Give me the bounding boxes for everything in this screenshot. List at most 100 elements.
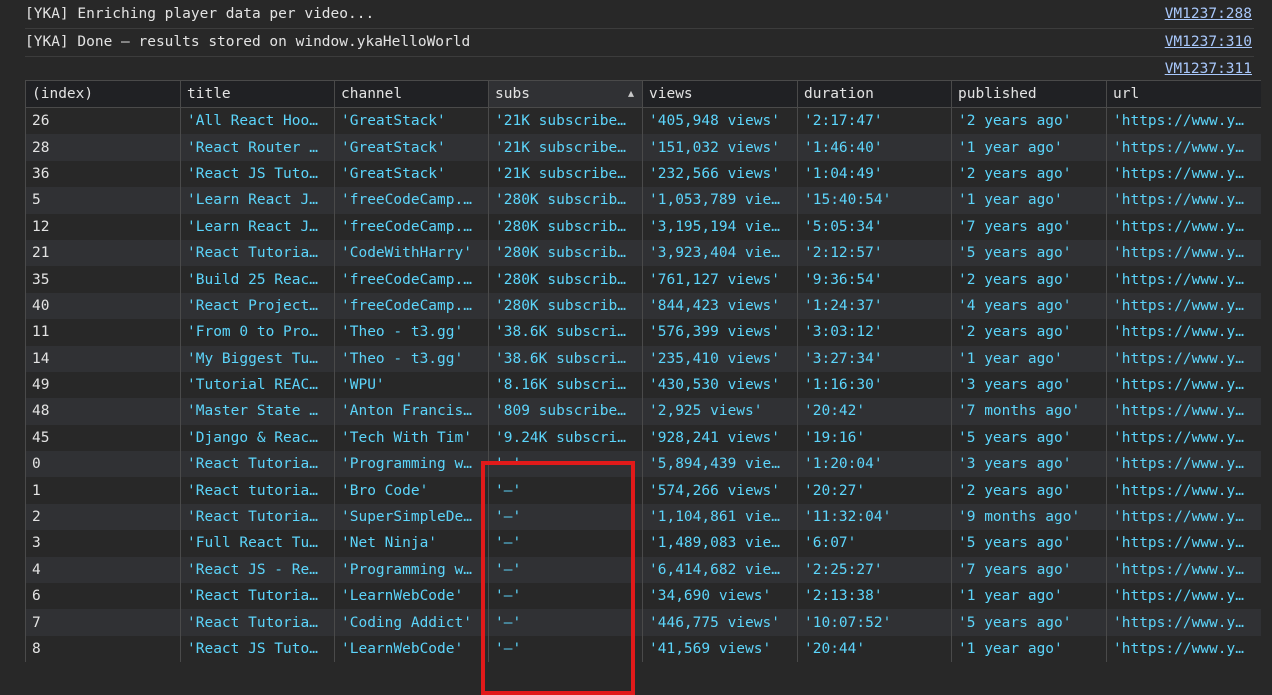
- cell-views: '1,053,789 vie…: [642, 187, 798, 214]
- cell-title: 'React JS Tuto…: [180, 635, 335, 663]
- table-row[interactable]: 7 'React Tutoria… 'Coding Addict' '—' '446,7…: [25, 609, 1261, 636]
- table-row[interactable]: 8 'React JS Tuto… 'LearnWebCode' '—' '41,569…: [25, 635, 1261, 663]
- cell-channel: 'Programming w…: [334, 556, 489, 584]
- cell-url: 'https://www.y…: [1106, 424, 1261, 452]
- source-link[interactable]: VM1237:311: [1165, 61, 1254, 77]
- cell-published: '2 years ago': [951, 266, 1107, 293]
- cell-views: '151,032 views': [642, 134, 798, 161]
- table-row[interactable]: 35 'Build 25 Reac…'freeCodeCamp.… '280K su…: [25, 266, 1261, 293]
- console-log-line: [YKA] Done — results stored on window.yk…: [25, 28, 1254, 57]
- table-row[interactable]: 28 'React Router … 'GreatStack' '21K subscr…: [25, 134, 1261, 161]
- table-row[interactable]: 3 'Full React Tu… 'Net Ninja' '—' '1,489,083…: [25, 530, 1261, 557]
- cell-views: '928,241 views': [642, 424, 798, 452]
- cell-channel: 'Tech With Tim': [334, 424, 489, 452]
- cell-title: 'React JS Tuto…: [180, 160, 335, 188]
- cell-published: '7 months ago': [951, 398, 1107, 425]
- source-link[interactable]: VM1237:288: [1165, 6, 1254, 22]
- cell-views: '574,266 views': [642, 477, 798, 504]
- cell-subs: '—': [488, 451, 643, 478]
- cell-url: 'https://www.y…: [1106, 477, 1261, 504]
- cell-published: '7 years ago': [951, 213, 1107, 240]
- cell-subs: '280K subscrib…: [488, 239, 643, 267]
- column-header-url[interactable]: url: [1106, 80, 1261, 108]
- column-header-subs[interactable]: subs ▲: [488, 80, 643, 108]
- cell-channel: 'GreatStack': [334, 160, 489, 188]
- table-row[interactable]: 26 'All React Hoo… 'GreatStack' '21K subscr…: [25, 107, 1261, 135]
- cell-duration: '10:07:52': [797, 609, 952, 636]
- column-header-channel[interactable]: channel: [334, 80, 489, 108]
- cell-channel: 'Anton Francis…: [334, 398, 489, 425]
- cell-channel: 'Coding Addict': [334, 609, 489, 636]
- cell-url: 'https://www.y…: [1106, 319, 1261, 346]
- table-row[interactable]: 36 'React JS Tuto… 'GreatStack' '21K subscr…: [25, 160, 1261, 188]
- cell-channel: 'freeCodeCamp.…: [334, 266, 489, 293]
- column-header-title[interactable]: title: [180, 80, 335, 108]
- table-row[interactable]: 0 'React Tutoria… 'Programming w… '—' '5,894…: [25, 451, 1261, 478]
- column-header-views[interactable]: views: [642, 80, 798, 108]
- cell-subs: '280K subscrib…: [488, 292, 643, 320]
- cell-views: '41,569 views': [642, 635, 798, 663]
- table-row[interactable]: 6 'React Tutoria… 'LearnWebCode' '—' '34,690…: [25, 583, 1261, 610]
- cell-channel: 'freeCodeCamp.…: [334, 213, 489, 240]
- log-message: [YKA] Done — results stored on window.yk…: [25, 34, 471, 50]
- table-row[interactable]: 5 'Learn React J…'freeCodeCamp.… '280K sub…: [25, 187, 1261, 214]
- cell-published: '2 years ago': [951, 319, 1107, 346]
- cell-published: '2 years ago': [951, 107, 1107, 135]
- table-row[interactable]: 40 'React Project…'freeCodeCamp.… '280K su…: [25, 292, 1261, 320]
- cell-url: 'https://www.y…: [1106, 635, 1261, 663]
- cell-views: '3,195,194 vie…: [642, 213, 798, 240]
- table-row[interactable]: 1 'React tutoria… 'Bro Code' '—' '574,266 vi…: [25, 477, 1261, 504]
- table-row[interactable]: 2 'React Tutoria… 'SuperSimpleDe… '—' '1,104…: [25, 503, 1261, 531]
- cell-title: 'Learn React J…: [180, 187, 335, 214]
- cell-published: '9 months ago': [951, 503, 1107, 531]
- cell-url: 'https://www.y…: [1106, 556, 1261, 584]
- cell-url: 'https://www.y…: [1106, 371, 1261, 399]
- cell-published: '1 year ago': [951, 635, 1107, 663]
- cell-subs: '—': [488, 503, 643, 531]
- cell-subs: '—': [488, 477, 643, 504]
- cell-duration: '15:40:54': [797, 187, 952, 214]
- table-row[interactable]: 4 'React JS - Re… 'Programming w… '—' '6,414…: [25, 556, 1261, 584]
- cell-subs: '—': [488, 583, 643, 610]
- cell-title: 'Tutorial REAC…: [180, 371, 335, 399]
- table-row[interactable]: 49 'Tutorial REAC… 'WPU' '8.16K subscri… '43…: [25, 371, 1261, 399]
- column-header-published[interactable]: published: [951, 80, 1107, 108]
- cell-index: 28: [25, 134, 181, 161]
- cell-views: '3,923,404 vie…: [642, 239, 798, 267]
- cell-published: '2 years ago': [951, 477, 1107, 504]
- cell-channel: 'Theo - t3.gg': [334, 319, 489, 346]
- cell-views: '761,127 views': [642, 266, 798, 293]
- cell-published: '2 years ago': [951, 160, 1107, 188]
- cell-index: 8: [25, 635, 181, 663]
- cell-index: 4: [25, 556, 181, 584]
- source-link[interactable]: VM1237:310: [1165, 34, 1254, 50]
- cell-published: '1 year ago': [951, 187, 1107, 214]
- table-row[interactable]: 12 'Learn React J…'freeCodeCamp.… '280K su…: [25, 213, 1261, 240]
- cell-title: 'From 0 to Pro…: [180, 319, 335, 346]
- cell-channel: 'Bro Code': [334, 477, 489, 504]
- cell-title: 'React Router …: [180, 134, 335, 161]
- cell-index: 21: [25, 239, 181, 267]
- cell-channel: 'GreatStack': [334, 134, 489, 161]
- cell-title: 'React Tutoria…: [180, 451, 335, 478]
- table-row[interactable]: 21 'React Tutoria… 'CodeWithHarry' '280K su…: [25, 239, 1261, 267]
- cell-duration: '6:07': [797, 530, 952, 557]
- cell-published: '1 year ago': [951, 134, 1107, 161]
- column-header-index[interactable]: (index): [25, 80, 181, 108]
- cell-index: 3: [25, 530, 181, 557]
- cell-subs: '—': [488, 609, 643, 636]
- cell-url: 'https://www.y…: [1106, 398, 1261, 425]
- cell-url: 'https://www.y…: [1106, 160, 1261, 188]
- cell-subs: '—': [488, 635, 643, 663]
- console-log-line: VM1237:311: [25, 58, 1254, 80]
- cell-index: 40: [25, 292, 181, 320]
- cell-duration: '3:27:34': [797, 345, 952, 372]
- table-row[interactable]: 48 'Master State … 'Anton Francis… '809 sub…: [25, 398, 1261, 425]
- table-row[interactable]: 45 'Django & Reac… 'Tech With Tim' '9.24K s…: [25, 424, 1261, 452]
- table-row[interactable]: 14 'My Biggest Tu… 'Theo - t3.gg' '38.6K su…: [25, 345, 1261, 372]
- table-row[interactable]: 11 'From 0 to Pro… 'Theo - t3.gg' '38.6K su…: [25, 319, 1261, 346]
- column-header-duration[interactable]: duration: [797, 80, 952, 108]
- cell-duration: '1:24:37': [797, 292, 952, 320]
- cell-duration: '1:04:49': [797, 160, 952, 188]
- cell-url: 'https://www.y…: [1106, 107, 1261, 135]
